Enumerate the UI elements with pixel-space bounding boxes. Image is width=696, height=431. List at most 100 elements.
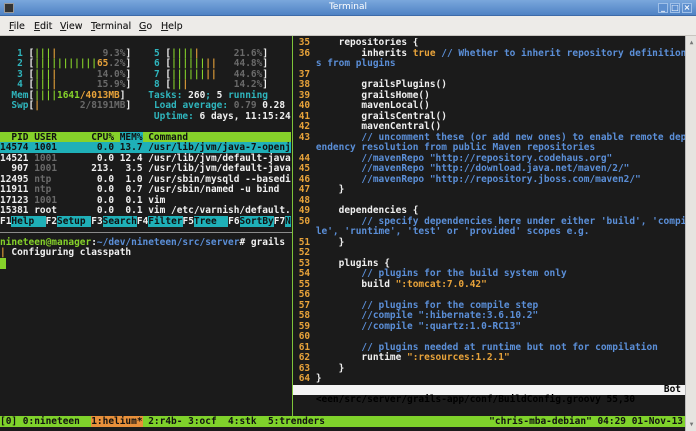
- line-number: 47: [293, 184, 316, 195]
- tmux-windows[interactable]: 2:r4b- 3:ocf 4:stk 5:trenders: [143, 416, 325, 427]
- text-segment: // plugins for the build system only: [315, 268, 567, 279]
- text-segment: inherits: [315, 47, 413, 59]
- menu-mnemonic: Terminal: [91, 21, 132, 32]
- text-segment: |||: [34, 47, 52, 59]
- line-number: 63: [293, 362, 316, 374]
- line-number: 42: [293, 121, 316, 132]
- text-segment: [0, 111, 131, 122]
- terminal-line: le', 'runtime', 'test' or 'provided' sco…: [293, 226, 685, 238]
- scrollbar[interactable]: ▲ ▼: [685, 36, 696, 431]
- text-segment: dependencies {: [315, 205, 419, 216]
- vim-status-line: <een/src/server/grails-app/conf/BuildCon…: [293, 383, 685, 405]
- text-segment: 44.8%: [216, 58, 263, 69]
- text-segment: |||: [34, 79, 52, 90]
- htop-pane[interactable]: 1 [|||| 9.3%] 5 [||||| 21.6%] 2 [|||||||…: [0, 38, 292, 269]
- text-segment: 1001: [34, 152, 58, 164]
- text-segment: Tasks:: [125, 89, 189, 101]
- line-number: 51: [293, 236, 316, 248]
- line-number: 39: [293, 89, 316, 101]
- line-number: 46: [293, 173, 316, 185]
- tmux-session: [0] 0:nineteen: [0, 416, 92, 427]
- terminal-line: 47 }: [293, 184, 685, 196]
- line-number: 62: [293, 352, 316, 363]
- text-segment: 2: [0, 58, 29, 69]
- text-segment: 6 days, 11:15:24: [199, 110, 291, 122]
- text-segment: N: [285, 215, 291, 227]
- terminal-line: 59 //compile ":quartz:1.0-RC13": [293, 321, 685, 333]
- scroll-up-arrow-icon[interactable]: ▲: [687, 38, 696, 47]
- text-segment: 0.28: [262, 100, 286, 111]
- text-segment: Setup: [57, 215, 92, 227]
- text-segment: ||: [205, 68, 217, 80]
- text-segment: 0.79: [233, 100, 263, 111]
- line-number: 43: [293, 131, 316, 143]
- menu-view[interactable]: View View: [60, 21, 83, 32]
- terminal-line: Uptime: 6 days, 11:15:24: [0, 110, 292, 123]
- line-number: 49: [293, 205, 316, 216]
- text-segment: 14.2%: [188, 79, 263, 90]
- terminal-line: 55 build ":tomcat:7.0.42": [293, 279, 685, 291]
- text-segment: F2: [45, 215, 58, 227]
- tmux-window-active[interactable]: 1:helium*: [91, 416, 143, 427]
- menu-bar: File File Edit Edit View View Terminal Termi…: [0, 16, 696, 36]
- text-segment: ntp: [34, 184, 58, 195]
- text-segment: grailsHome(): [315, 89, 430, 101]
- line-number: 58: [293, 310, 316, 321]
- text-segment: 14.0%: [57, 68, 126, 80]
- line-number: 36: [293, 47, 316, 59]
- text-segment: Filter: [148, 215, 183, 227]
- menu-mnemonic: File: [9, 21, 25, 32]
- text-segment: 0.0 0.7 /usr/sbin/named -u bind: [57, 184, 280, 195]
- close-button[interactable]: ×: [682, 3, 692, 13]
- scroll-down-arrow-icon[interactable]: ▼: [687, 420, 696, 429]
- text-segment: }: [315, 373, 322, 384]
- text-segment: 9.3%: [57, 47, 126, 59]
- text-segment: ]: [262, 68, 269, 80]
- menu-go[interactable]: Go Go: [139, 21, 152, 32]
- text-segment: F3: [91, 215, 103, 227]
- line-number: 44: [293, 152, 316, 164]
- text-segment: PID USER CPU%: [0, 131, 120, 143]
- menu-file[interactable]: File File: [9, 21, 25, 32]
- text-segment: // plugins for the compile step: [315, 299, 539, 311]
- menu-mnemonic: Edit: [34, 21, 53, 32]
- text-segment: 1: [0, 47, 29, 59]
- minimize-button[interactable]: _: [658, 3, 668, 13]
- terminal-line: | Configuring classpath: [0, 247, 292, 259]
- vim-pane[interactable]: 35 repositories { 36 inherits true // Wh…: [293, 38, 685, 385]
- menu-edit[interactable]: Edit Edit: [34, 21, 52, 32]
- text-segment: # grails: [239, 236, 286, 248]
- tmux-host-clock: "chris-mba-debian" 04:29 01-Nov-13: [489, 416, 683, 427]
- text-segment: ||: [205, 58, 217, 69]
- text-segment: 15381 root 0.0 0.1 vim /etc/varnish/defa…: [0, 205, 291, 216]
- text-segment: //mavenRepo "http://download.java.net/ma…: [315, 163, 630, 174]
- vim-file-info: <een/src/server/grails-app/conf/BuildCon…: [315, 394, 636, 405]
- text-segment: running: [228, 89, 268, 101]
- line-number: 40: [293, 100, 316, 111]
- menu-terminal[interactable]: Terminal Terminal: [91, 21, 131, 32]
- menu-help[interactable]: Help Help: [161, 21, 183, 32]
- terminal-area[interactable]: 1 [|||| 9.3%] 5 [||||| 21.6%] 2 [|||||||…: [0, 36, 685, 431]
- vim-scroll-position: Bot: [663, 383, 681, 395]
- text-segment: Search: [102, 215, 137, 227]
- text-segment: F6: [228, 215, 240, 227]
- line-number: 37: [293, 68, 316, 80]
- text-segment: grailsCentral(): [315, 110, 447, 122]
- line-number: 60: [293, 331, 316, 342]
- text-segment: 17123: [0, 194, 35, 206]
- text-segment: plugins {: [315, 257, 390, 269]
- text-segment: runtime: [315, 352, 408, 363]
- terminal-line: 64 }: [293, 373, 685, 385]
- text-segment: Load average:: [131, 100, 234, 111]
- text-segment: ":resources:1.2.1": [407, 352, 510, 363]
- maximize-button[interactable]: □: [670, 3, 680, 13]
- text-segment: 11911: [0, 184, 35, 195]
- line-number: 45: [293, 163, 316, 174]
- text-segment: ~/dev/nineteen/src/server: [96, 236, 240, 248]
- line-number: 57: [293, 299, 316, 311]
- terminal-line: 46 //mavenRepo "http://repository.jboss.…: [293, 173, 685, 186]
- text-segment: Tree: [193, 215, 229, 227]
- text-segment: ]: [262, 58, 269, 69]
- text-segment: }: [315, 236, 345, 248]
- text-segment: 4: [0, 79, 29, 90]
